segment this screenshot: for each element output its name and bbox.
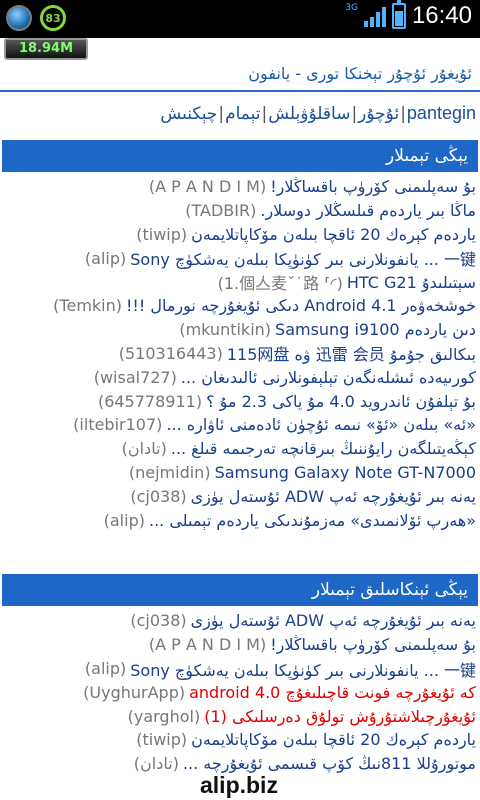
nav-separator: | — [351, 103, 358, 124]
list-item[interactable]: كورىيەدە ئىشلەنگەن تېلېفونلارنى ئالىدىغا… — [0, 365, 480, 389]
list-item[interactable]: خوشخەۋەر Android 4.1 دىكى ئۇيغۇرچە نورما… — [0, 294, 480, 318]
battery-percent-icon: 83 — [40, 5, 66, 31]
topic-title-link[interactable]: 115网盘 ۋە 迅雷 会员 بىكالىق جۇمۇ — [227, 342, 476, 366]
nav-item-info[interactable]: ئۇچۇر — [358, 104, 399, 124]
topic-title-link[interactable]: Sony يانفونلارنى بىر كۈنۈپكا بىلەن يەشكۈ… — [130, 246, 476, 270]
topic-title-link[interactable]: «ئە» بىلەن «ئۆ» نىمە ئۇچۈن ئادەمنى ئاۋار… — [166, 415, 476, 434]
list-item[interactable]: ياردەم كېرەك 20 ئاقچا بىلەن مۆكاپاتلايمە… — [0, 728, 480, 752]
list-item[interactable]: Samsung Galaxy Note GT-N7000nejmidin — [0, 461, 480, 485]
topic-author: cj038 — [130, 487, 186, 506]
topic-author: alip — [85, 249, 126, 268]
topic-author: alip — [104, 511, 145, 530]
list-item[interactable]: 115网盘 ۋە 迅雷 会员 بىكالىق جۇمۇ510316443 — [0, 342, 480, 366]
topic-title-link[interactable]: بۇ سەپلىمنى كۆرۈپ باقساڭلار! — [270, 635, 476, 654]
topic-author: mkuntikin — [179, 320, 271, 339]
list-item[interactable]: «ھەرپ ئۆلانمىدى» مەزمۇندىكى ياردەم تېمىل… — [0, 508, 480, 532]
topic-title-link[interactable]: بۇ سەپلىمنى كۆرۈپ باقساڭلار! — [270, 177, 476, 196]
topic-title-link[interactable]: خوشخەۋەر Android 4.1 دىكى ئۇيغۇرچە نورما… — [126, 296, 476, 315]
section-heading-featured: يېڭى ئېنكاسلىق تېمىلار — [2, 574, 478, 606]
topic-author: tiwip — [136, 730, 187, 749]
topic-author: A P A N D I M — [149, 177, 266, 196]
section-heading-new-topics: يېڭى تېمىلار — [2, 140, 478, 172]
status-left-icons: 83 — [6, 5, 66, 31]
watermark: alip.biz — [200, 772, 278, 798]
list-item[interactable]: «ئە» بىلەن «ئۆ» نىمە ئۇچۈن ئادەمنى ئاۋار… — [0, 413, 480, 437]
list-item[interactable]: Samsung i9100 دىن ياردەمmkuntikin — [0, 318, 480, 342]
nav-item-logout[interactable]: چېكنىش — [160, 104, 217, 124]
topic-title-link[interactable]: كورىيەدە ئىشلەنگەن تېلېفونلارنى ئالىدىغا… — [181, 368, 476, 387]
status-bar: 83 3G 16:40 — [0, 0, 480, 38]
topic-author: nejmidin — [129, 463, 211, 482]
topic-author: TADBIR — [185, 201, 256, 220]
list-item[interactable]: كېڭەيتىلگەن رايۇننىڭ بىرقانچە تەرجىمە قى… — [0, 437, 480, 461]
topic-title-link[interactable]: يەنە بىر ئۇيغۇرچە ئەپ ADW ئۇستەل يۈزى — [191, 611, 476, 630]
topic-author: تادان — [122, 439, 167, 458]
topic-title-link[interactable]: ماڭا بىر ياردەم قىلسڭلار دوسلار. — [260, 201, 476, 220]
topic-title-link[interactable]: كېڭەيتىلگەن رايۇننىڭ بىرقانچە تەرجىمە قى… — [171, 439, 476, 458]
list-item[interactable]: ماڭا بىر ياردەم قىلسڭلار دوسلار.TADBIR — [0, 199, 480, 223]
topic-author: yarghol — [128, 707, 201, 726]
topic-author: tiwip — [136, 225, 187, 244]
list-item[interactable]: يەنە بىر ئۇيغۇرچە ئەپ ADW ئۇستەل يۈزى cj0… — [0, 609, 480, 633]
topic-title-link[interactable]: بۇ تېلفۇن ئاندرويد 4.0 مۇ ياكى 2.3 مۇ ؟ — [206, 392, 476, 411]
topic-title-link[interactable]: يەنە بىر ئۇيغۇرچە ئەپ ADW ئۇستەل يۈزى — [191, 487, 476, 506]
list-item[interactable]: ياردەم كېرەك 20 ئاقچا بىلەن مۆكاپاتلايمە… — [0, 223, 480, 247]
site-title[interactable]: ئۇيغۇر ئۇچۇر تېخنكا تورى - يانفون — [248, 64, 472, 83]
topic-title-link[interactable]: Sony يانفونلارنى بىر كۈنۈپكا بىلەن يەشكۈ… — [130, 657, 476, 681]
topic-title-link[interactable]: ئۇيغۇرچىلاشتۇرۇش تولۇق دەرسلىكى (1) — [204, 707, 476, 726]
nav-separator: | — [261, 103, 268, 124]
nav-separator: | — [218, 103, 225, 124]
network-type-label: 3G — [345, 3, 358, 13]
list-item[interactable]: android 4.0 كە ئۇيغۇرچە فونت قاچىلىغۇچUy… — [0, 680, 480, 704]
topic-title-link[interactable]: Samsung i9100 دىن ياردەم — [275, 320, 476, 339]
topic-author: A P A N D I M — [149, 635, 266, 654]
browser-globe-icon — [6, 5, 32, 31]
topic-author: 645778911 — [98, 392, 202, 411]
topic-title-link[interactable]: HTC G21 سېتىلىدۇ — [347, 273, 476, 292]
nav-separator: | — [400, 103, 406, 124]
nav-bar: pantegin | ئۇچۇر | ساقلۇۋېلش | تېمام | چ… — [160, 103, 476, 124]
battery-icon — [391, 0, 406, 29]
topic-title-link[interactable]: ياردەم كېرەك 20 ئاقچا بىلەن مۆكاپاتلايمە… — [191, 225, 476, 244]
topic-author: 510316443 — [119, 344, 223, 363]
list-item[interactable]: Sony يانفونلارنى بىر كۈنۈپكا بىلەن يەشكۈ… — [0, 246, 480, 270]
topic-author: alip — [85, 659, 126, 678]
list-item[interactable]: بۇ تېلفۇن ئاندرويد 4.0 مۇ ياكى 2.3 مۇ ؟6… — [0, 389, 480, 413]
nav-item-topics[interactable]: تېمام — [225, 104, 260, 124]
topic-title-link[interactable]: «ھەرپ ئۆلانمىدى» مەزمۇندىكى ياردەم تېمىل… — [149, 511, 476, 530]
list-item[interactable]: بۇ سەپلىمنى كۆرۈپ باقساڭلار!A P A N D I … — [0, 633, 480, 657]
memory-widget[interactable]: 18.94M — [4, 38, 88, 60]
nav-item-favorites[interactable]: ساقلۇۋېلش — [268, 104, 350, 124]
signal-strength-icon — [363, 5, 386, 27]
status-right-icons: 3G 16:40 — [345, 0, 472, 30]
list-item[interactable]: HTC G21 سېتىلىدۇ1.個亼麦ˇ˙路 ⸢◜ — [0, 270, 480, 294]
topic-title-link[interactable]: موتورۇللا 811نىڭ كۆپ قىسمى ئۇيغۇرچە ... — [183, 754, 476, 773]
list-item[interactable]: Sony يانفونلارنى بىر كۈنۈپكا بىلەن يەشكۈ… — [0, 657, 480, 681]
topic-author: iltebir107 — [73, 415, 162, 434]
list-item[interactable]: ئۇيغۇرچىلاشتۇرۇش تولۇق دەرسلىكى (1)yargh… — [0, 704, 480, 728]
nav-item-pantegin[interactable]: pantegin — [407, 103, 476, 124]
topic-title-link[interactable]: ياردەم كېرەك 20 ئاقچا بىلەن مۆكاپاتلايمە… — [191, 730, 476, 749]
list-item[interactable]: يەنە بىر ئۇيغۇرچە ئەپ ADW ئۇستەل يۈزى cj0… — [0, 484, 480, 508]
clock: 16:40 — [411, 2, 472, 29]
topic-title-link[interactable]: Samsung Galaxy Note GT-N7000 — [215, 463, 476, 482]
header-divider — [0, 90, 480, 92]
list-item[interactable]: بۇ سەپلىمنى كۆرۈپ باقساڭلار!A P A N D I … — [0, 175, 480, 199]
topic-author: UyghurApp — [83, 683, 185, 702]
topic-author: تادان — [134, 754, 179, 773]
topic-author: 1.個亼麦ˇ˙路 ⸢◜ — [218, 270, 343, 294]
featured-topics-list: يەنە بىر ئۇيغۇرچە ئەپ ADW ئۇستەل يۈزى cj0… — [0, 609, 480, 776]
topic-author: cj038 — [130, 611, 186, 630]
topic-title-link[interactable]: android 4.0 كە ئۇيغۇرچە فونت قاچىلىغۇچ — [189, 683, 476, 702]
new-topics-list: بۇ سەپلىمنى كۆرۈپ باقساڭلار!A P A N D I … — [0, 175, 480, 532]
topic-author: wisal727 — [94, 368, 177, 387]
topic-author: Temkin — [53, 296, 122, 315]
